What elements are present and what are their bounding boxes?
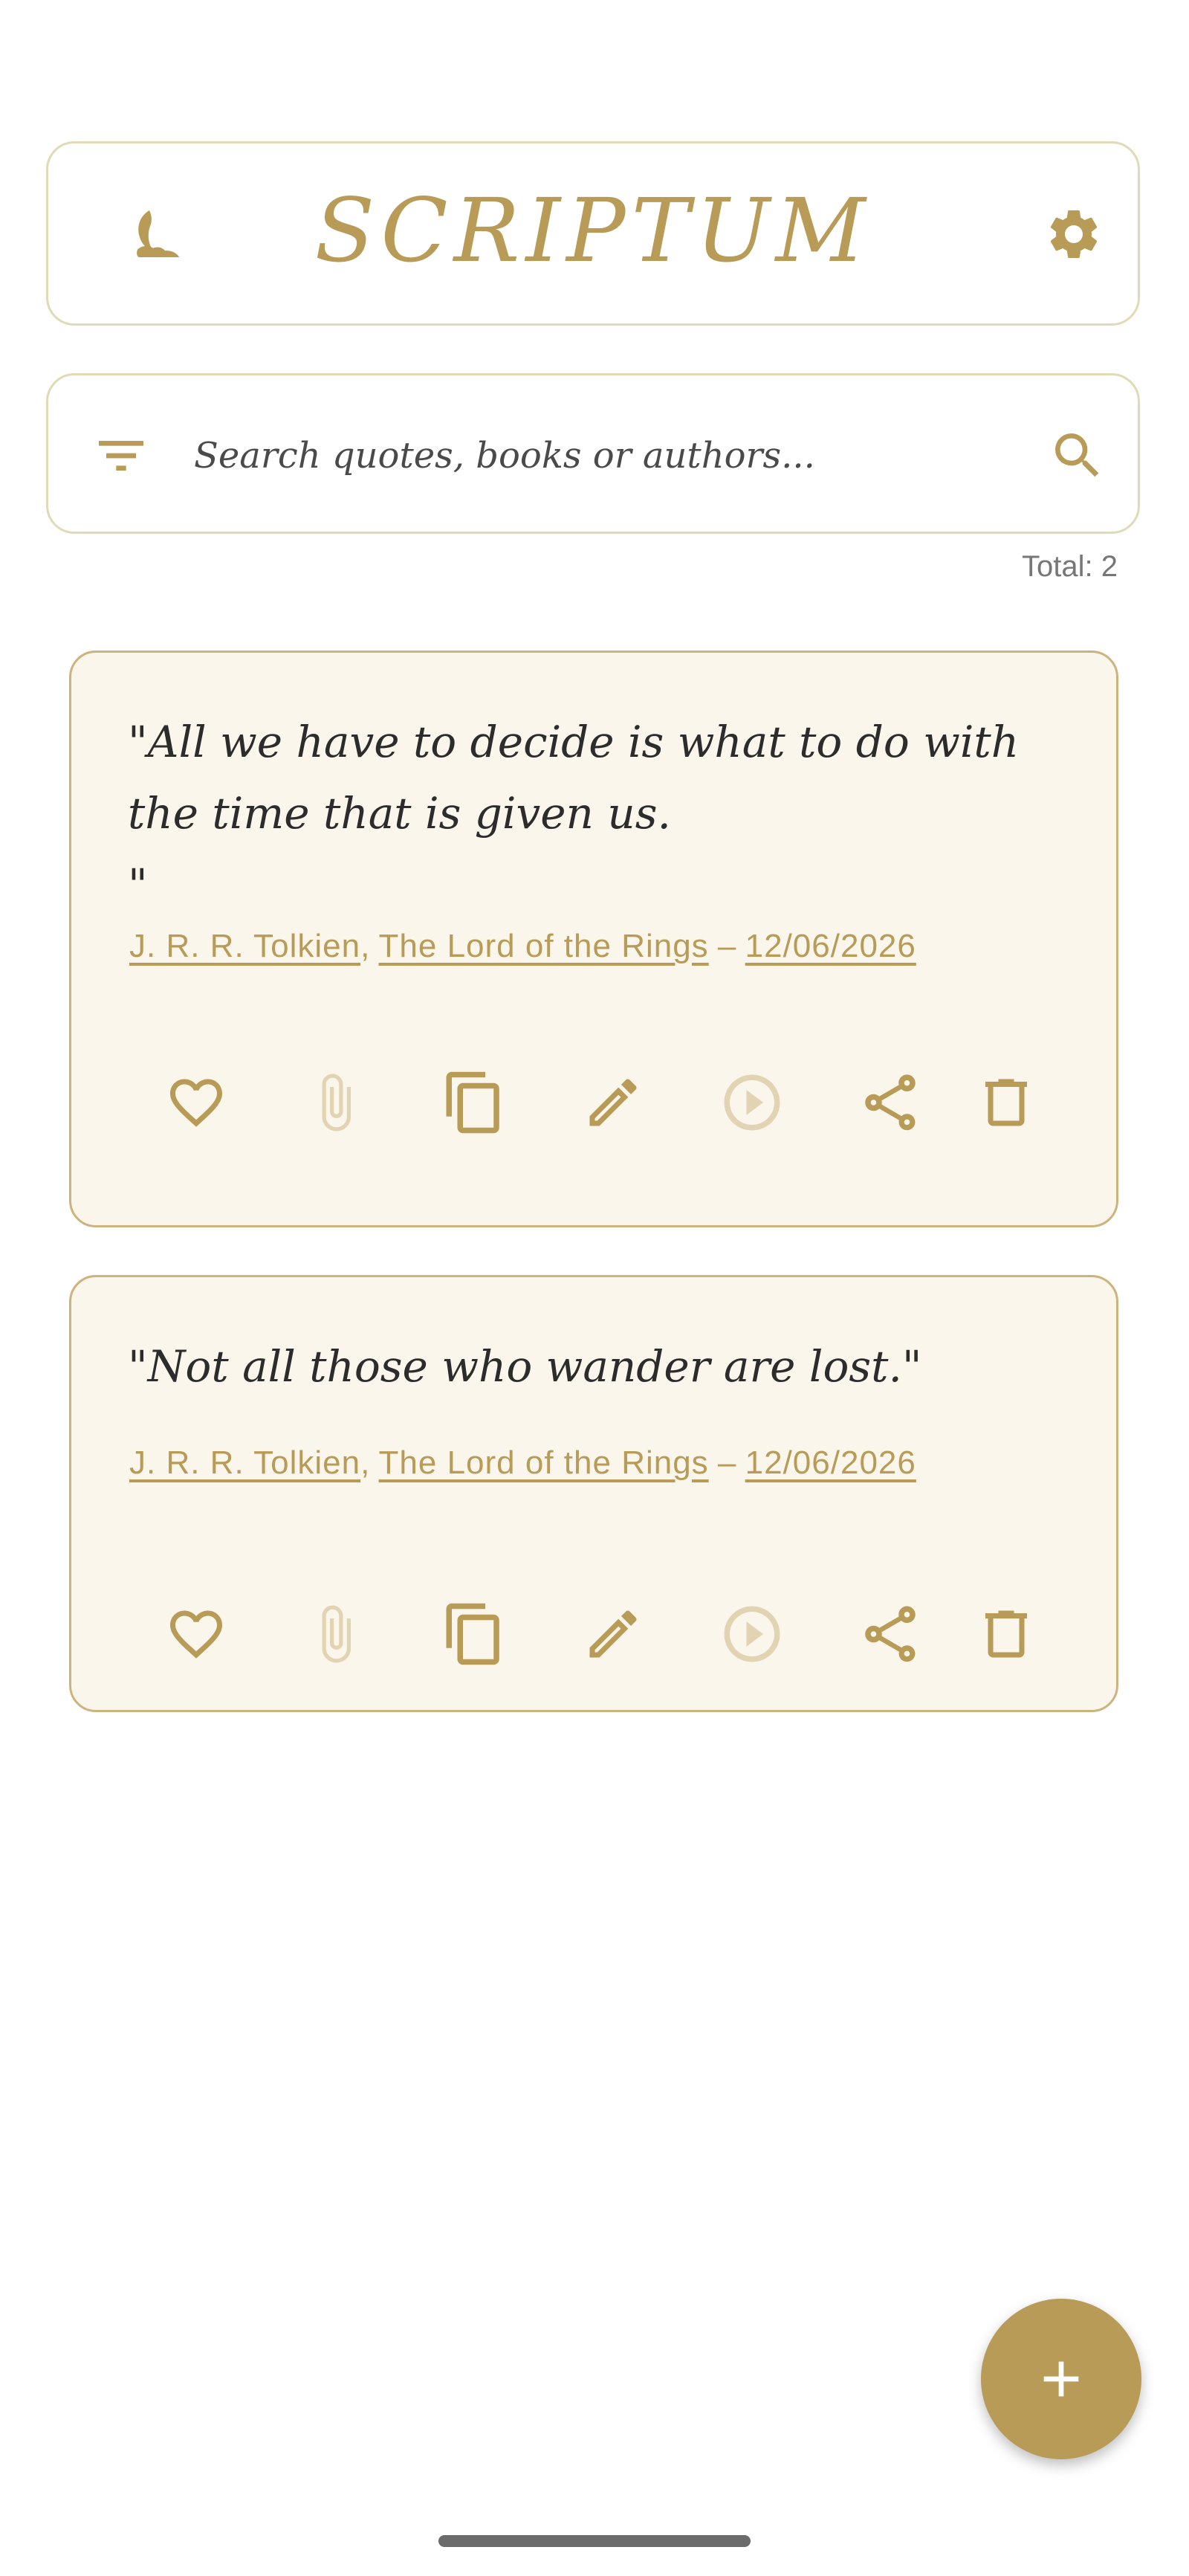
trash-icon <box>985 1610 1027 1658</box>
app-header: SCRIPTUM <box>46 141 1140 326</box>
copy-button[interactable] <box>430 1589 519 1679</box>
home-indicator[interactable] <box>438 2535 751 2547</box>
search-button[interactable] <box>1040 419 1115 493</box>
date-link[interactable]: 12/06/2026 <box>745 928 916 964</box>
author-link[interactable]: J. R. R. Tolkien <box>129 928 360 964</box>
copy-button[interactable] <box>430 1058 519 1147</box>
play-icon <box>724 1606 780 1662</box>
book-link[interactable]: The Lord of the Rings <box>379 928 709 964</box>
heart-icon <box>170 1079 222 1127</box>
settings-button[interactable] <box>1037 197 1111 271</box>
delete-button[interactable] <box>962 1589 1051 1679</box>
filter-icon <box>99 441 143 471</box>
meta-dash: – <box>717 928 736 964</box>
play-icon <box>724 1074 780 1131</box>
add-quote-button[interactable] <box>981 2299 1141 2459</box>
quote-text: "Not all those who wander are lost." <box>128 1341 922 1392</box>
search-input[interactable] <box>194 420 1011 491</box>
edit-button[interactable] <box>568 1058 658 1147</box>
pencil-icon <box>589 1079 637 1126</box>
search-bar <box>46 373 1140 534</box>
copy-icon <box>446 1071 499 1134</box>
plus-icon <box>1043 2361 1079 2397</box>
quote-meta: J. R. R. Tolkien, The Lord of the Rings … <box>129 928 916 965</box>
quote-text: "All we have to decide is what to do wit… <box>128 717 1020 910</box>
share-button[interactable] <box>846 1058 935 1147</box>
total-count: Total: 2 <box>1022 550 1118 583</box>
meta-dash: – <box>717 1444 736 1481</box>
paperclip-icon <box>322 1605 351 1663</box>
paperclip-icon <box>322 1074 351 1132</box>
share-icon <box>865 1606 916 1662</box>
card-actions <box>71 1589 1116 1679</box>
edit-button[interactable] <box>568 1589 658 1679</box>
delete-button[interactable] <box>962 1058 1051 1147</box>
search-icon <box>1055 433 1099 477</box>
play-button[interactable] <box>707 1589 797 1679</box>
play-button[interactable] <box>707 1058 797 1147</box>
meta-comma: , <box>360 1444 370 1481</box>
date-link[interactable]: 12/06/2026 <box>745 1444 916 1481</box>
share-button[interactable] <box>846 1589 935 1679</box>
share-icon <box>865 1074 916 1131</box>
author-link[interactable]: J. R. R. Tolkien <box>129 1444 360 1481</box>
quote-meta: J. R. R. Tolkien, The Lord of the Rings … <box>129 1444 916 1482</box>
book-link[interactable]: The Lord of the Rings <box>379 1444 709 1481</box>
attach-button[interactable] <box>291 1058 380 1147</box>
filter-button[interactable] <box>84 419 158 493</box>
favorite-button[interactable] <box>152 1589 241 1679</box>
trash-icon <box>985 1079 1027 1126</box>
pencil-icon <box>589 1610 637 1658</box>
favorite-button[interactable] <box>152 1058 241 1147</box>
quote-card[interactable]: "Not all those who wander are lost." J. … <box>69 1275 1118 1712</box>
meta-comma: , <box>360 928 370 964</box>
attach-button[interactable] <box>291 1589 380 1679</box>
copy-icon <box>446 1603 499 1665</box>
app-title: SCRIPTUM <box>314 179 872 282</box>
gear-icon <box>1050 210 1098 258</box>
card-actions <box>71 1058 1116 1147</box>
heart-icon <box>170 1610 222 1659</box>
quote-card[interactable]: "All we have to decide is what to do wit… <box>69 651 1118 1227</box>
